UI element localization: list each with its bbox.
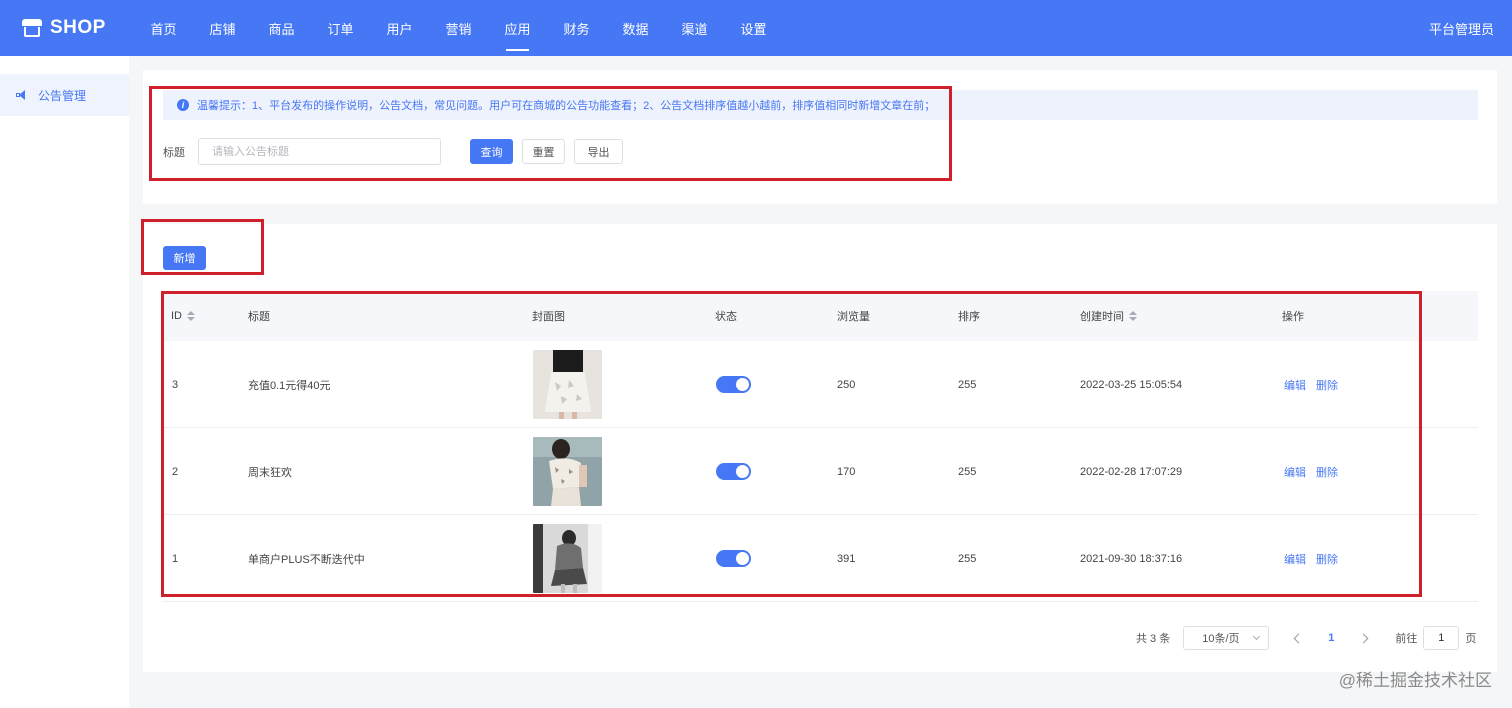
- nav-item-store[interactable]: 店铺: [193, 0, 252, 56]
- annotation-box-add: [141, 219, 264, 275]
- goto-page-input[interactable]: [1423, 626, 1460, 650]
- watermark: @稀土掘金技术社区: [1338, 671, 1492, 690]
- page-size-value: 10条/页: [1202, 633, 1240, 645]
- admin-user-menu[interactable]: 平台管理员: [1429, 0, 1494, 56]
- sidebar-item-announcements[interactable]: 公告管理: [0, 74, 129, 116]
- goto-suffix: 页: [1465, 633, 1477, 645]
- logo[interactable]: SHOP: [22, 0, 106, 56]
- nav-item-finance[interactable]: 财务: [547, 0, 606, 56]
- page-size-select[interactable]: 10条/页: [1183, 626, 1270, 650]
- nav-item-users[interactable]: 用户: [370, 0, 429, 56]
- main-nav: 首页 店铺 商品 订单 用户 营销 应用 财务 数据 渠道 设置: [134, 0, 783, 56]
- nav-item-products[interactable]: 商品: [252, 0, 311, 56]
- goto-prefix: 前往: [1395, 633, 1418, 645]
- annotation-box-table: [161, 291, 1422, 597]
- nav-item-data[interactable]: 数据: [606, 0, 665, 56]
- logo-text: SHOP: [50, 17, 106, 38]
- shop-icon: [22, 19, 42, 37]
- nav-item-settings[interactable]: 设置: [724, 0, 783, 56]
- chevron-down-icon: [1253, 632, 1261, 641]
- next-page-icon[interactable]: [1358, 633, 1369, 643]
- nav-item-orders[interactable]: 订单: [311, 0, 370, 56]
- top-navbar: SHOP 首页 店铺 商品 订单 用户 营销 应用 财务 数据 渠道 设置 平台…: [0, 0, 1512, 56]
- nav-item-home[interactable]: 首页: [134, 0, 193, 56]
- pagination-total: 共 3 条: [1136, 633, 1171, 645]
- nav-item-channels[interactable]: 渠道: [665, 0, 724, 56]
- page-number-current[interactable]: 1: [1328, 632, 1334, 644]
- speaker-icon: [16, 89, 28, 101]
- nav-item-apps[interactable]: 应用: [488, 0, 547, 56]
- prev-page-icon[interactable]: [1293, 633, 1304, 643]
- pagination: 共 3 条 10条/页 1 前往 页: [1136, 626, 1476, 650]
- nav-item-marketing[interactable]: 营销: [429, 0, 488, 56]
- sidebar: 公告管理: [0, 56, 129, 708]
- sidebar-item-label: 公告管理: [38, 88, 87, 103]
- annotation-box-search: [149, 86, 952, 181]
